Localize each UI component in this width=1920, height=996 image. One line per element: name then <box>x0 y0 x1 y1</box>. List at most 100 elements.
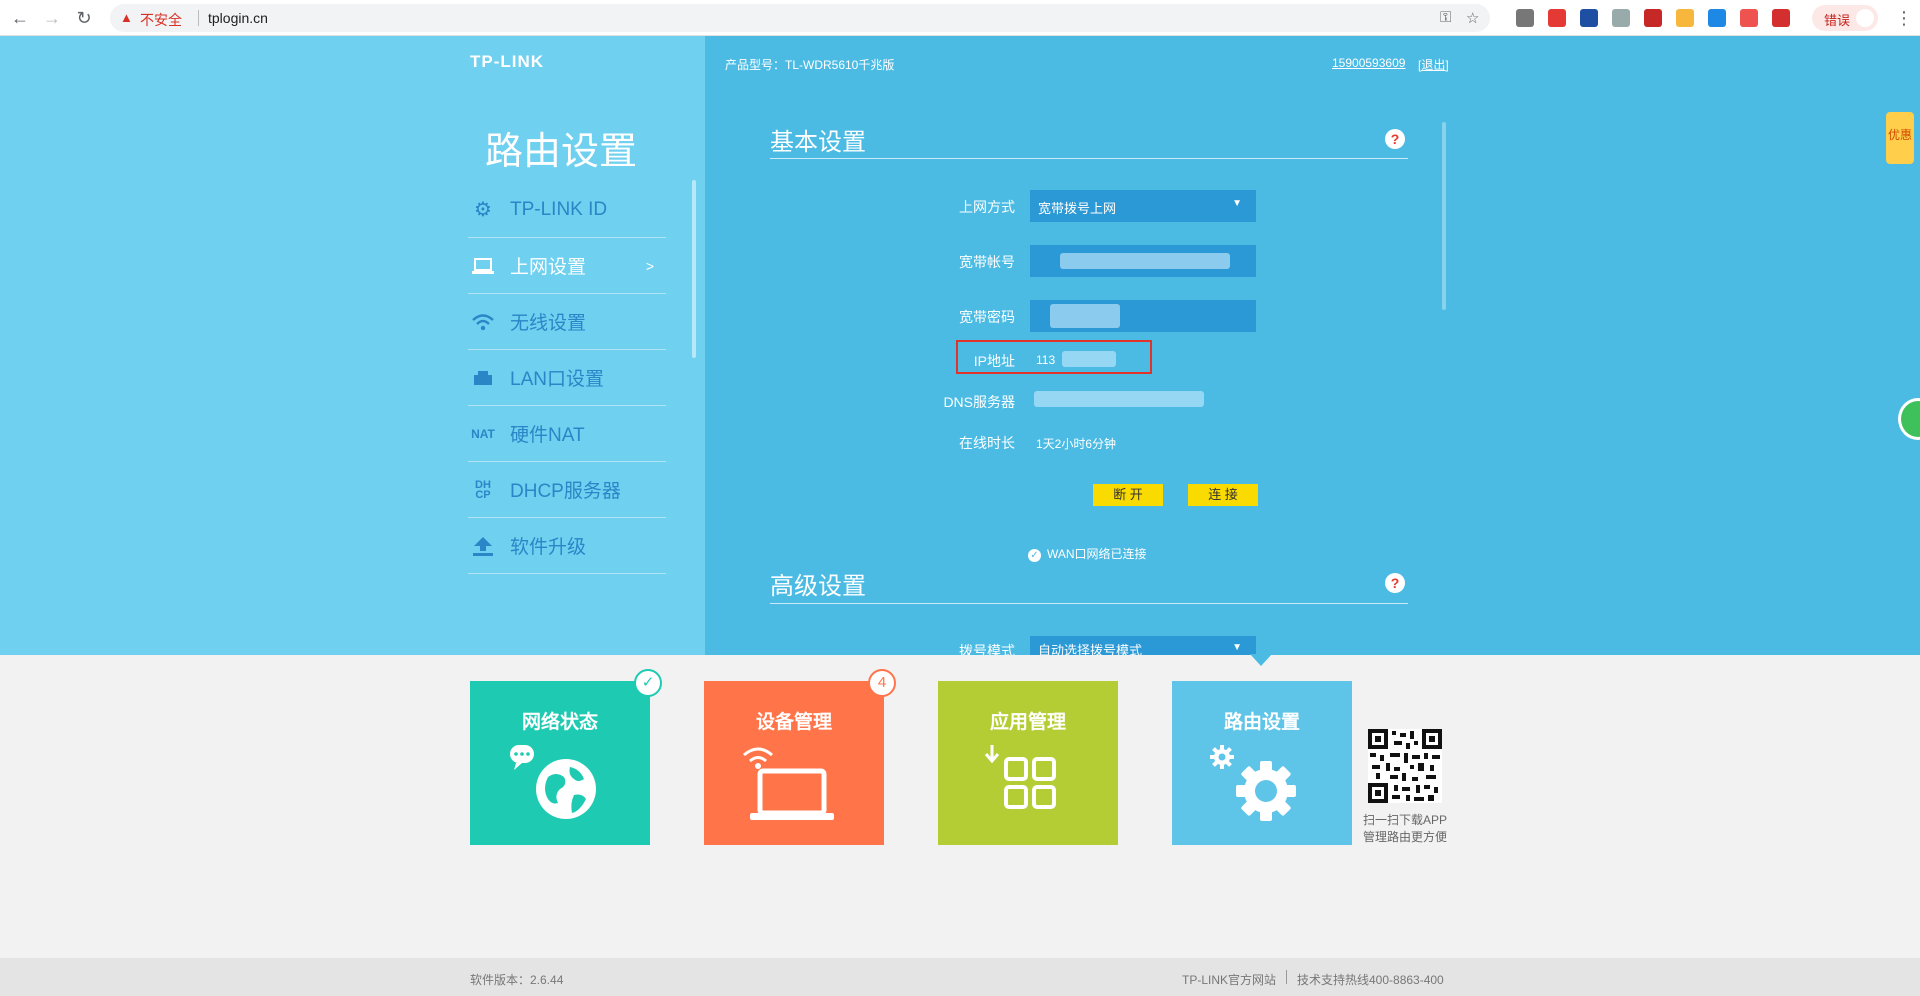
avatar <box>1856 9 1874 27</box>
sidebar-item-label: 无线设置 <box>510 313 587 334</box>
password-label: 宽带密码 <box>959 309 1015 325</box>
warning-icon: ▲ <box>120 10 133 25</box>
divider <box>198 10 199 26</box>
key-icon[interactable]: ⚿ <box>1440 9 1451 26</box>
tile-device-management[interactable]: 设备管理 4 <box>704 669 896 845</box>
blurred-value <box>1060 253 1230 269</box>
content-panel <box>705 36 1920 655</box>
extension-icon[interactable] <box>1772 9 1790 27</box>
reload-icon[interactable]: ↻ <box>74 8 94 28</box>
footer: 软件版本：2.6.44 TP-LINK官方网站 技术支持热线400-8863-4… <box>0 958 1920 996</box>
extension-icon[interactable] <box>1676 9 1694 27</box>
address-bar[interactable]: ▲ 不安全 tplogin.cn ⚿ ☆ <box>110 4 1490 32</box>
sidebar-item-label: 硬件NAT <box>510 425 585 446</box>
connect-button[interactable]: 连 接 <box>1188 484 1258 506</box>
content-scrollbar[interactable] <box>1442 122 1446 310</box>
profile-error-button[interactable]: 错误 <box>1812 5 1878 31</box>
tile-router-settings[interactable]: 路由设置 <box>1172 681 1352 845</box>
dhcp-icon: DH CP <box>475 478 491 501</box>
qr-caption: 扫一扫下载APP 管理路由更方便 <box>1363 812 1453 846</box>
account-link[interactable]: 15900593609 <box>1332 56 1405 70</box>
menu-icon[interactable]: ⋮ <box>1895 8 1913 29</box>
divider <box>770 603 1408 604</box>
qr-caption-line: 扫一扫下载APP <box>1363 813 1448 827</box>
sidebar-item-label: LAN口设置 <box>510 369 604 390</box>
basic-settings-title: 基本设置 <box>770 129 866 156</box>
blurred-value <box>1034 391 1204 407</box>
url-text[interactable]: tplogin.cn <box>208 10 268 26</box>
dial-mode-label: 拨号模式 <box>959 643 1015 655</box>
uptime-value: 1天2小时6分钟 <box>1036 437 1117 451</box>
back-icon[interactable]: ← <box>10 8 30 28</box>
qr-caption-line: 管理路由更方便 <box>1363 830 1448 844</box>
divider <box>1286 970 1287 984</box>
clipped-row: 拨号模式 自动选择拨号模式 ▼ <box>705 636 1305 655</box>
extension-icon[interactable] <box>1708 9 1726 27</box>
device-count-badge: 4 <box>868 669 896 697</box>
uptime-label: 在线时长 <box>959 435 1015 451</box>
sidebar-menu: ⚙ TP-LINK ID 上网设置 > 无线设置 LAN口设置 NAT 硬件NA… <box>468 182 666 574</box>
divider <box>770 158 1408 159</box>
tile-app-management[interactable]: 应用管理 <box>938 681 1118 845</box>
official-site-link[interactable]: TP-LINK官方网站 <box>1182 971 1276 988</box>
sidebar-item-wireless[interactable]: 无线设置 <box>468 294 666 350</box>
logout-link[interactable]: [退出] <box>1418 56 1449 73</box>
caret-down-icon: ▼ <box>1232 198 1242 209</box>
help-icon[interactable]: ? <box>1385 129 1405 149</box>
tile-label: 应用管理 <box>989 712 1066 733</box>
account-input[interactable] <box>1030 245 1256 277</box>
chevron-right-icon: > <box>645 257 654 274</box>
disconnect-button[interactable]: 断 开 <box>1093 484 1163 506</box>
extension-icon[interactable] <box>1548 9 1566 27</box>
wifi-icon <box>470 309 496 335</box>
apps-icon <box>984 745 1056 809</box>
sidebar-item-label: DHCP服务器 <box>510 481 621 502</box>
extension-icon[interactable] <box>1580 9 1598 27</box>
tplink-logo: TP-LINK <box>470 52 545 71</box>
advanced-settings-title: 高级设置 <box>770 573 866 600</box>
sidebar-item-upgrade[interactable]: 软件升级 <box>468 518 666 574</box>
browser-toolbar: ← → ↻ ▲ 不安全 tplogin.cn ⚿ ☆ 错误 ⋮ <box>0 0 1920 36</box>
gear-icon: ⚙ <box>474 199 492 221</box>
extension-icon[interactable] <box>1516 9 1534 27</box>
mode-select[interactable]: 宽带拨号上网 ▼ <box>1030 190 1256 222</box>
ip-value: 113 <box>1036 353 1056 367</box>
promo-badge[interactable]: 优惠 <box>1886 112 1914 164</box>
tile-label: 网络状态 <box>521 712 598 733</box>
blurred-value <box>1062 351 1116 367</box>
sidebar-item-tplink-id[interactable]: ⚙ TP-LINK ID <box>468 182 666 238</box>
dial-mode-select[interactable]: 自动选择拨号模式 ▼ <box>1030 636 1256 655</box>
sidebar-item-internet[interactable]: 上网设置 > <box>468 238 666 294</box>
forward-icon[interactable]: → <box>42 8 62 28</box>
extension-icon[interactable] <box>1740 9 1758 27</box>
security-label[interactable]: 不安全 <box>140 10 182 30</box>
password-input[interactable] <box>1030 300 1256 332</box>
extension-icon[interactable] <box>1644 9 1662 27</box>
wan-status-text: WAN口网络已连接 <box>1047 547 1147 561</box>
software-version: 软件版本：2.6.44 <box>470 973 564 987</box>
sidebar-item-dhcp[interactable]: DH CP DHCP服务器 <box>468 462 666 518</box>
sidebar-scrollbar[interactable] <box>692 180 696 358</box>
mode-value: 宽带拨号上网 <box>1038 201 1117 216</box>
active-tile-pointer <box>1250 654 1272 666</box>
globe-icon <box>510 745 596 819</box>
nat-icon: NAT <box>471 426 495 441</box>
sidebar-item-label: TP-LINK ID <box>510 198 608 220</box>
sidebar-item-label: 上网设置 <box>510 257 587 278</box>
sidebar-item-lan[interactable]: LAN口设置 <box>468 350 666 406</box>
sidebar-item-nat[interactable]: NAT 硬件NAT <box>468 406 666 462</box>
lan-icon <box>470 365 496 391</box>
account-label: 宽带帐号 <box>959 254 1015 270</box>
laptop-wifi-icon <box>743 747 834 820</box>
product-model: 产品型号：TL-WDR5610千兆版 <box>725 58 895 72</box>
star-icon[interactable]: ☆ <box>1466 9 1479 27</box>
extension-icon[interactable] <box>1612 9 1630 27</box>
blurred-value <box>1050 304 1120 328</box>
tile-network-status[interactable]: 网络状态 ✓ <box>470 669 662 845</box>
check-icon: ✓ <box>1028 549 1041 562</box>
help-icon[interactable]: ? <box>1385 573 1405 593</box>
tile-label: 设备管理 <box>755 712 832 733</box>
support-hotline: 技术支持热线400-8863-400 <box>1297 973 1444 987</box>
sidebar-item-label: 软件升级 <box>510 537 587 558</box>
mode-label: 上网方式 <box>959 199 1015 215</box>
